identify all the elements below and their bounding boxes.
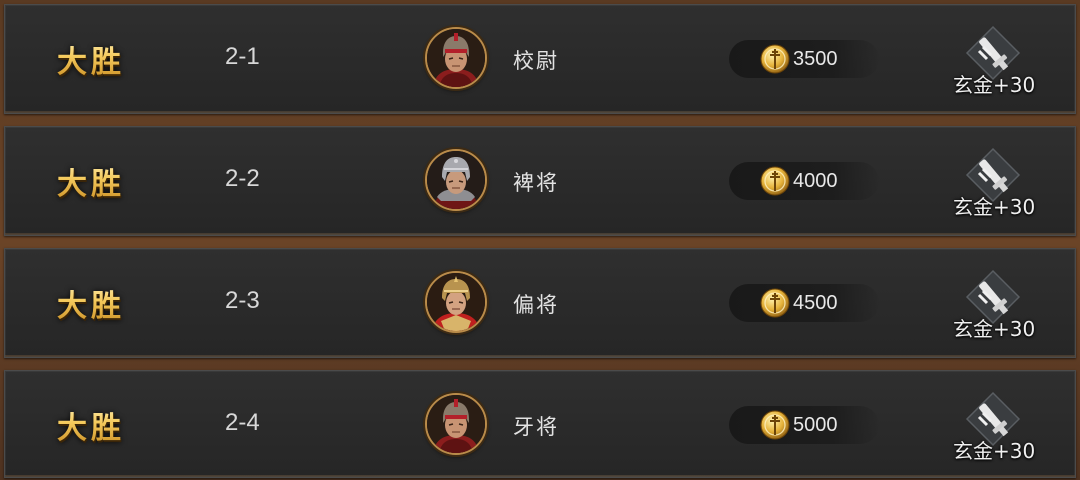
coin-reward: 4500 [729, 284, 879, 322]
gold-coin-icon [760, 410, 790, 440]
item-reward-label: 玄金+30 [953, 317, 1036, 341]
general-rank-label: 裨将 [513, 171, 559, 195]
item-reward-label: 玄金+30 [953, 439, 1036, 463]
coin-reward: 5000 [729, 406, 879, 444]
general-rank-label: 校尉 [513, 49, 559, 73]
victory-label: 大胜 [57, 37, 125, 81]
general-portrait-icon[interactable] [425, 271, 487, 333]
battle-record-row: 大胜 2-3 偏将 4500 玄金+30 [4, 248, 1076, 358]
battle-record-row: 大胜 2-4 牙将 5000 玄金+30 [4, 370, 1076, 478]
stage-number: 2-4 [225, 409, 260, 436]
coin-amount: 5000 [793, 414, 838, 436]
victory-label: 大胜 [57, 159, 125, 203]
stage-number: 2-3 [225, 287, 260, 314]
general-rank-label: 偏将 [513, 293, 559, 317]
general-rank-label: 牙将 [513, 415, 559, 439]
coin-amount: 3500 [793, 48, 838, 70]
stage-number: 2-2 [225, 165, 260, 192]
item-reward-label: 玄金+30 [953, 73, 1036, 97]
victory-label: 大胜 [57, 281, 125, 325]
coin-amount: 4500 [793, 292, 838, 314]
general-portrait-icon[interactable] [425, 27, 487, 89]
coin-amount: 4000 [793, 170, 838, 192]
battle-record-row: 大胜 2-1 校尉 3500 玄金+30 [4, 4, 1076, 114]
gold-coin-icon [760, 288, 790, 318]
battle-record-list: 大胜 2-1 校尉 3500 玄金+30 大胜 2-2 裨将 4000 玄金+3… [0, 0, 1080, 480]
item-reward-label: 玄金+30 [953, 195, 1036, 219]
gold-coin-icon [760, 166, 790, 196]
coin-reward: 4000 [729, 162, 879, 200]
coin-reward: 3500 [729, 40, 879, 78]
stage-number: 2-1 [225, 43, 260, 70]
gold-coin-icon [760, 44, 790, 74]
victory-label: 大胜 [57, 403, 125, 447]
battle-record-row: 大胜 2-2 裨将 4000 玄金+30 [4, 126, 1076, 236]
general-portrait-icon[interactable] [425, 393, 487, 455]
general-portrait-icon[interactable] [425, 149, 487, 211]
